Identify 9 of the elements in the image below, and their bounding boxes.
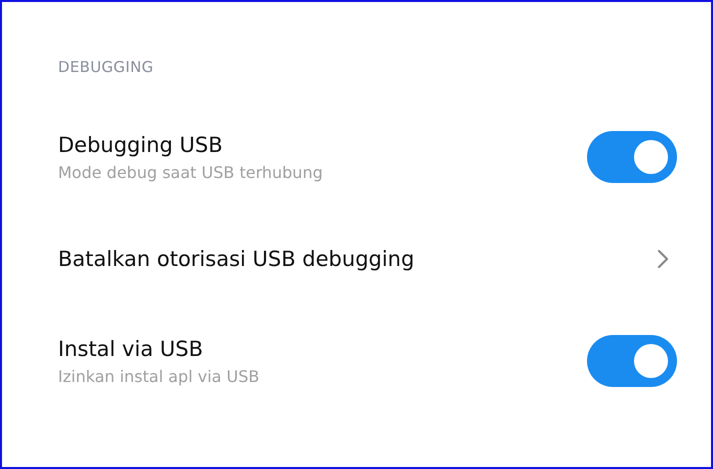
setting-description: Mode debug saat USB terhubung (58, 162, 323, 182)
chevron-right-icon[interactable] (657, 249, 669, 269)
setting-title: Batalkan otorisasi USB debugging (58, 247, 414, 271)
setting-title: Instal via USB (58, 336, 204, 360)
setting-title: Debugging USB (58, 132, 224, 156)
toggle-switch[interactable] (587, 131, 677, 183)
setting-description: Izinkan instal apl via USB (58, 366, 260, 386)
toggle-switch[interactable] (587, 335, 677, 387)
section-header: DEBUGGING (58, 58, 155, 76)
